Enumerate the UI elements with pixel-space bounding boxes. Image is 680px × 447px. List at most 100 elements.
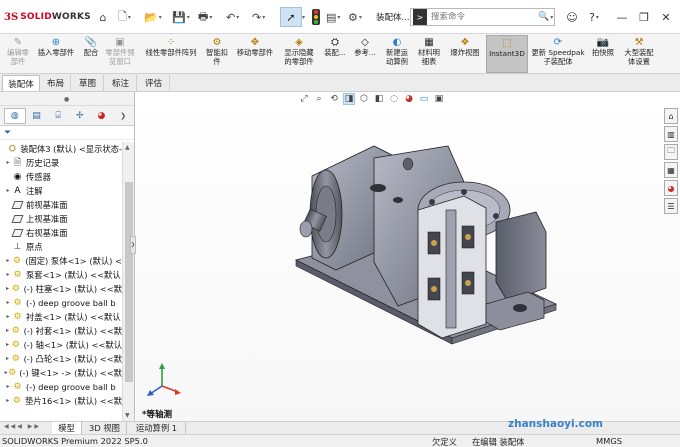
tree-item-part[interactable]: ▸ ⚙ (-) 键<1> -> (默认) <<默	[0, 366, 122, 379]
expand-icon[interactable]: ▸	[4, 313, 12, 320]
redo-icon[interactable]: ↷ ▾	[252, 9, 265, 25]
expand-icon[interactable]: ▸	[4, 397, 12, 404]
home-icon[interactable]: ⌂	[95, 9, 111, 25]
expand-icon[interactable]: ▸	[4, 257, 12, 264]
large-assembly-button[interactable]: ⚒ 大型装配 体设置	[620, 35, 658, 73]
linear-pattern-icon: ⁘	[166, 36, 176, 48]
tree-item-history[interactable]: ▸ 🗎 历史记录	[0, 156, 122, 169]
scroll-down-icon[interactable]: ▼	[125, 412, 130, 419]
file-props-icon[interactable]: ▤ ▾	[326, 9, 340, 25]
tree-item-annotations[interactable]: ▸ A 注解	[0, 184, 122, 197]
tab-motion-study[interactable]: 运动算例 1	[128, 422, 186, 434]
assembly-feature-button[interactable]: ⛭ 装配...	[320, 35, 350, 73]
exploded-view-button[interactable]: ❖ 爆炸视图	[446, 35, 484, 73]
more-tabs-icon[interactable]: ❯	[112, 108, 134, 124]
tree-item-part[interactable]: ▸ ⚙ (-) 柱塞<1> (默认) <<默	[0, 282, 122, 295]
search-box[interactable]: > 🔍▾	[410, 8, 555, 26]
edit-component-button[interactable]: ✎ 编辑零 部件	[2, 35, 34, 73]
reference-geometry-button[interactable]: ◇ 参考...	[350, 35, 380, 73]
show-hidden-button[interactable]: ◈ 显示隐藏 的零部件	[280, 35, 318, 73]
tree-item-top-plane[interactable]: 上视基准面	[0, 212, 122, 225]
instant3d-button[interactable]: ⬚ Instant3D	[486, 35, 528, 73]
tree-item-part[interactable]: ▸ ⚙ 泵套<1> (默认) <<默认	[0, 268, 122, 281]
options-icon[interactable]: ⚙ ▾	[348, 9, 362, 25]
select-dropdown[interactable]: ▾	[301, 9, 305, 25]
bearing-block	[495, 211, 547, 303]
expand-icon[interactable]: ▸	[4, 285, 11, 292]
scroll-up-icon[interactable]: ▲	[125, 144, 130, 151]
help-icon[interactable]: ? ▾	[584, 6, 604, 28]
tree-item-front-plane[interactable]: 前视基准面	[0, 198, 122, 211]
tree-item-part[interactable]: ▸ ⚙ (-) 衬套<1> (默认) <<默	[0, 324, 122, 337]
mate-button[interactable]: 📎 配合	[80, 35, 102, 73]
snapshot-button[interactable]: 📷 拍快照	[588, 35, 618, 73]
speedpak-button[interactable]: ⟳ 更新 Speedpak 子装配体	[530, 35, 586, 73]
tree-scrollbar[interactable]: ▲ ▼	[122, 142, 134, 421]
tree-item-right-plane[interactable]: 右视基准面	[0, 226, 122, 239]
tree-item-part[interactable]: ▸ ⚙ (-) deep groove ball b	[0, 380, 122, 393]
minimize-icon[interactable]: —	[612, 6, 632, 28]
expand-icon[interactable]: ▸	[4, 383, 12, 390]
tree-item-root[interactable]: ⛭ 装配体3 (默认) <显示状态-	[0, 142, 122, 155]
expand-icon[interactable]: ▸	[4, 271, 12, 278]
tab-assembly[interactable]: 装配体	[2, 75, 40, 91]
bom-button[interactable]: ▦ 材料明 细表	[414, 35, 444, 73]
assembly-model[interactable]	[136, 92, 676, 421]
close-icon[interactable]: ✕	[656, 6, 676, 28]
user-icon[interactable]: ☺	[562, 6, 582, 28]
search-input[interactable]	[431, 12, 536, 22]
graphics-area[interactable]: ⤢ ⌕ ⟲ ◨ ⬡ ◧ ◌ ◕ ▭ ▣ ⌂ ▥ 🗀 ▦ ◕ ☰ *等轴测	[136, 92, 680, 421]
expand-icon[interactable]: ▸	[4, 327, 11, 334]
tree-item-part[interactable]: ▸ ⚙ (-) 轴<1> (默认) <<默认	[0, 338, 122, 351]
part-icon: ⚙	[13, 297, 22, 308]
part-icon: ⚙	[12, 255, 21, 266]
units-status[interactable]: MMGS	[596, 436, 622, 446]
tab-3d-views[interactable]: 3D 视图	[83, 422, 127, 434]
tree-item-sensors[interactable]: ◉ 传感器	[0, 170, 122, 183]
tree-item-part[interactable]: ▸ ⚙ 垫片16<1> (默认) <<默	[0, 394, 122, 407]
undo-icon[interactable]: ↶ ▾	[226, 9, 239, 25]
new-doc-icon[interactable]: 🗋 ▾	[118, 9, 131, 25]
save-icon[interactable]: 💾 ▾	[172, 9, 190, 25]
tab-scroll-arrows[interactable]: ◀◀◀ ▶▶	[4, 423, 41, 430]
tab-markup[interactable]: 标注	[105, 75, 137, 91]
expand-icon[interactable]: ▸	[4, 159, 12, 166]
plane-icon	[11, 213, 24, 224]
tree-item-part[interactable]: ▸ ⚙ (固定) 泵体<1> (默认) <	[0, 254, 122, 267]
open-icon[interactable]: 📂 ▾	[144, 9, 162, 25]
feature-manager-tab-icon[interactable]: ◍	[4, 107, 26, 124]
expand-icon[interactable]: ▸	[4, 341, 11, 348]
tab-layout[interactable]: 布局	[41, 75, 71, 91]
expand-icon[interactable]: ▸	[4, 187, 12, 194]
rebuild-icon[interactable]	[312, 9, 320, 25]
tab-model[interactable]: 模型	[52, 422, 82, 434]
scroll-thumb[interactable]	[125, 182, 133, 382]
expand-icon[interactable]: ▸	[4, 299, 12, 306]
search-icon[interactable]: 🔍	[538, 12, 549, 22]
preview-window-button[interactable]: ▣ 零部件预 览窗口	[102, 35, 138, 73]
select-pointer-icon[interactable]: ➚	[280, 7, 302, 27]
insert-component-button[interactable]: ⊕ 插入零部件	[34, 35, 78, 73]
property-manager-tab-icon[interactable]: ▤	[26, 108, 48, 124]
print-icon[interactable]: 🖶 ▾	[198, 9, 212, 25]
tree-item-part[interactable]: ▸ ⚙ (-) 凸轮<1> (默认) <<默	[0, 352, 122, 365]
tab-sketch[interactable]: 草图	[72, 75, 104, 91]
linear-pattern-button[interactable]: ⁘ 线性零部件阵列	[140, 35, 202, 73]
display-manager-tab-icon[interactable]: ◕	[91, 108, 113, 124]
tree-item-origin[interactable]: ⊥ 原点	[0, 240, 122, 253]
tree-item-part[interactable]: ▸ ⚙ (-) deep groove ball b	[0, 296, 122, 309]
configuration-manager-tab-icon[interactable]: ⌸	[47, 108, 69, 124]
tree-item-part[interactable]: ▸ ⚙ 衬盖<1> (默认) <<默认	[0, 310, 122, 323]
part-icon: ⚙	[13, 269, 22, 280]
move-component-button[interactable]: ✥ 移动零部件	[232, 35, 278, 73]
panel-grip-icon[interactable]: ●	[64, 96, 69, 103]
motion-study-button[interactable]: ◐ 新建运 动算例	[382, 35, 412, 73]
tree-filter[interactable]: ⏷	[0, 126, 134, 140]
plane-icon	[11, 199, 24, 210]
tab-evaluate[interactable]: 评估	[138, 75, 170, 91]
expand-icon[interactable]: ▸	[4, 355, 11, 362]
smart-fastener-button[interactable]: ⚙ 智能扣 件	[202, 35, 232, 73]
dimxpert-tab-icon[interactable]: ✢	[69, 108, 91, 124]
housing-hole	[393, 197, 403, 203]
restore-icon[interactable]: ❐	[634, 6, 654, 28]
